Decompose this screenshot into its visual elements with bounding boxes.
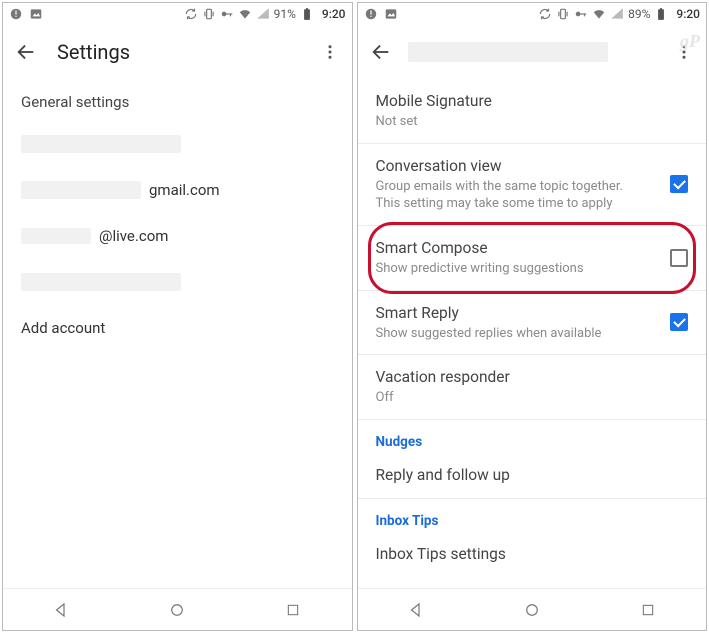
battery-icon [654, 7, 668, 21]
sync-icon [538, 7, 552, 21]
account-domain: gmail.com [149, 181, 220, 199]
battery-percent: 89% [628, 7, 650, 21]
redacted-account [21, 273, 181, 291]
setting-row-reply-follow-up[interactable]: Reply and follow up [358, 456, 707, 499]
checkbox-smart-compose[interactable] [670, 249, 688, 267]
account-domain: @live.com [99, 227, 168, 245]
setting-subtitle: Off [376, 389, 649, 407]
signal-icon [256, 7, 270, 21]
status-bar: 89% 9:20 [358, 3, 707, 25]
add-account-row[interactable]: Add account [3, 305, 352, 351]
settings-list: General settings gmail.com @live.com Add… [3, 79, 352, 588]
nav-home-button[interactable] [522, 600, 542, 620]
nav-recents-button[interactable] [638, 600, 658, 620]
phone-right: gP 89% 9:20 [357, 2, 708, 631]
redacted-account [21, 135, 181, 153]
system-nav-bar [358, 588, 707, 630]
section-header-general[interactable]: General settings [3, 79, 352, 121]
vpn-key-icon [574, 7, 588, 21]
app-bar: Settings [3, 25, 352, 79]
notification-icon [364, 7, 378, 21]
setting-title: Conversation view [376, 156, 649, 176]
account-row[interactable]: gmail.com [3, 167, 352, 213]
redacted-prefix [21, 228, 91, 244]
vibrate-icon [556, 7, 570, 21]
setting-subtitle: Group emails with the same topic togethe… [376, 178, 649, 213]
nav-back-button[interactable] [406, 600, 426, 620]
setting-title: Mobile Signature [376, 91, 649, 111]
account-row[interactable] [3, 121, 352, 167]
sync-icon [184, 7, 198, 21]
setting-subtitle: Show suggested replies when available [376, 325, 649, 343]
redacted-prefix [21, 181, 141, 199]
battery-icon [300, 7, 314, 21]
vibrate-icon [202, 7, 216, 21]
setting-subtitle: Not set [376, 113, 649, 131]
setting-row-mobile-signature[interactable]: Mobile Signature Not set [358, 79, 707, 144]
setting-row-vacation-responder[interactable]: Vacation responder Off [358, 355, 707, 420]
image-icon [384, 7, 398, 21]
setting-title: Smart Reply [376, 303, 649, 323]
category-header-inbox-tips: Inbox Tips [358, 499, 707, 535]
system-nav-bar [3, 588, 352, 630]
setting-row-smart-compose[interactable]: Smart Compose Show predictive writing su… [358, 226, 707, 291]
setting-row-inbox-tips[interactable]: Inbox Tips settings [358, 535, 707, 577]
phone-left: 91% 9:20 Settings General settings gmail… [2, 2, 353, 631]
setting-title: Vacation responder [376, 367, 649, 387]
overflow-menu-button[interactable] [320, 42, 340, 62]
nav-back-button[interactable] [51, 600, 71, 620]
setting-row-conversation-view[interactable]: Conversation view Group emails with the … [358, 144, 707, 226]
category-header-nudges: Nudges [358, 420, 707, 456]
status-bar: 91% 9:20 [3, 3, 352, 25]
checkbox-conversation-view[interactable] [670, 175, 688, 193]
nav-home-button[interactable] [167, 600, 187, 620]
page-title: Settings [57, 40, 130, 64]
notification-icon [9, 7, 23, 21]
account-row[interactable] [3, 259, 352, 305]
setting-row-smart-reply[interactable]: Smart Reply Show suggested replies when … [358, 291, 707, 356]
wifi-icon [592, 7, 606, 21]
redacted-account-title [408, 42, 608, 62]
clock: 9:20 [676, 7, 700, 21]
nav-recents-button[interactable] [283, 600, 303, 620]
account-row[interactable]: @live.com [3, 213, 352, 259]
wifi-icon [238, 7, 252, 21]
signal-icon [610, 7, 624, 21]
vpn-key-icon [220, 7, 234, 21]
back-button[interactable] [370, 41, 392, 63]
setting-subtitle: Show predictive writing suggestions [376, 260, 649, 278]
overflow-menu-button[interactable] [674, 42, 694, 62]
image-icon [29, 7, 43, 21]
setting-title: Smart Compose [376, 238, 649, 258]
clock: 9:20 [322, 7, 346, 21]
battery-percent: 91% [274, 7, 296, 21]
app-bar [358, 25, 707, 79]
back-button[interactable] [15, 41, 37, 63]
account-settings-list: Mobile Signature Not set Conversation vi… [358, 79, 707, 588]
checkbox-smart-reply[interactable] [670, 313, 688, 331]
